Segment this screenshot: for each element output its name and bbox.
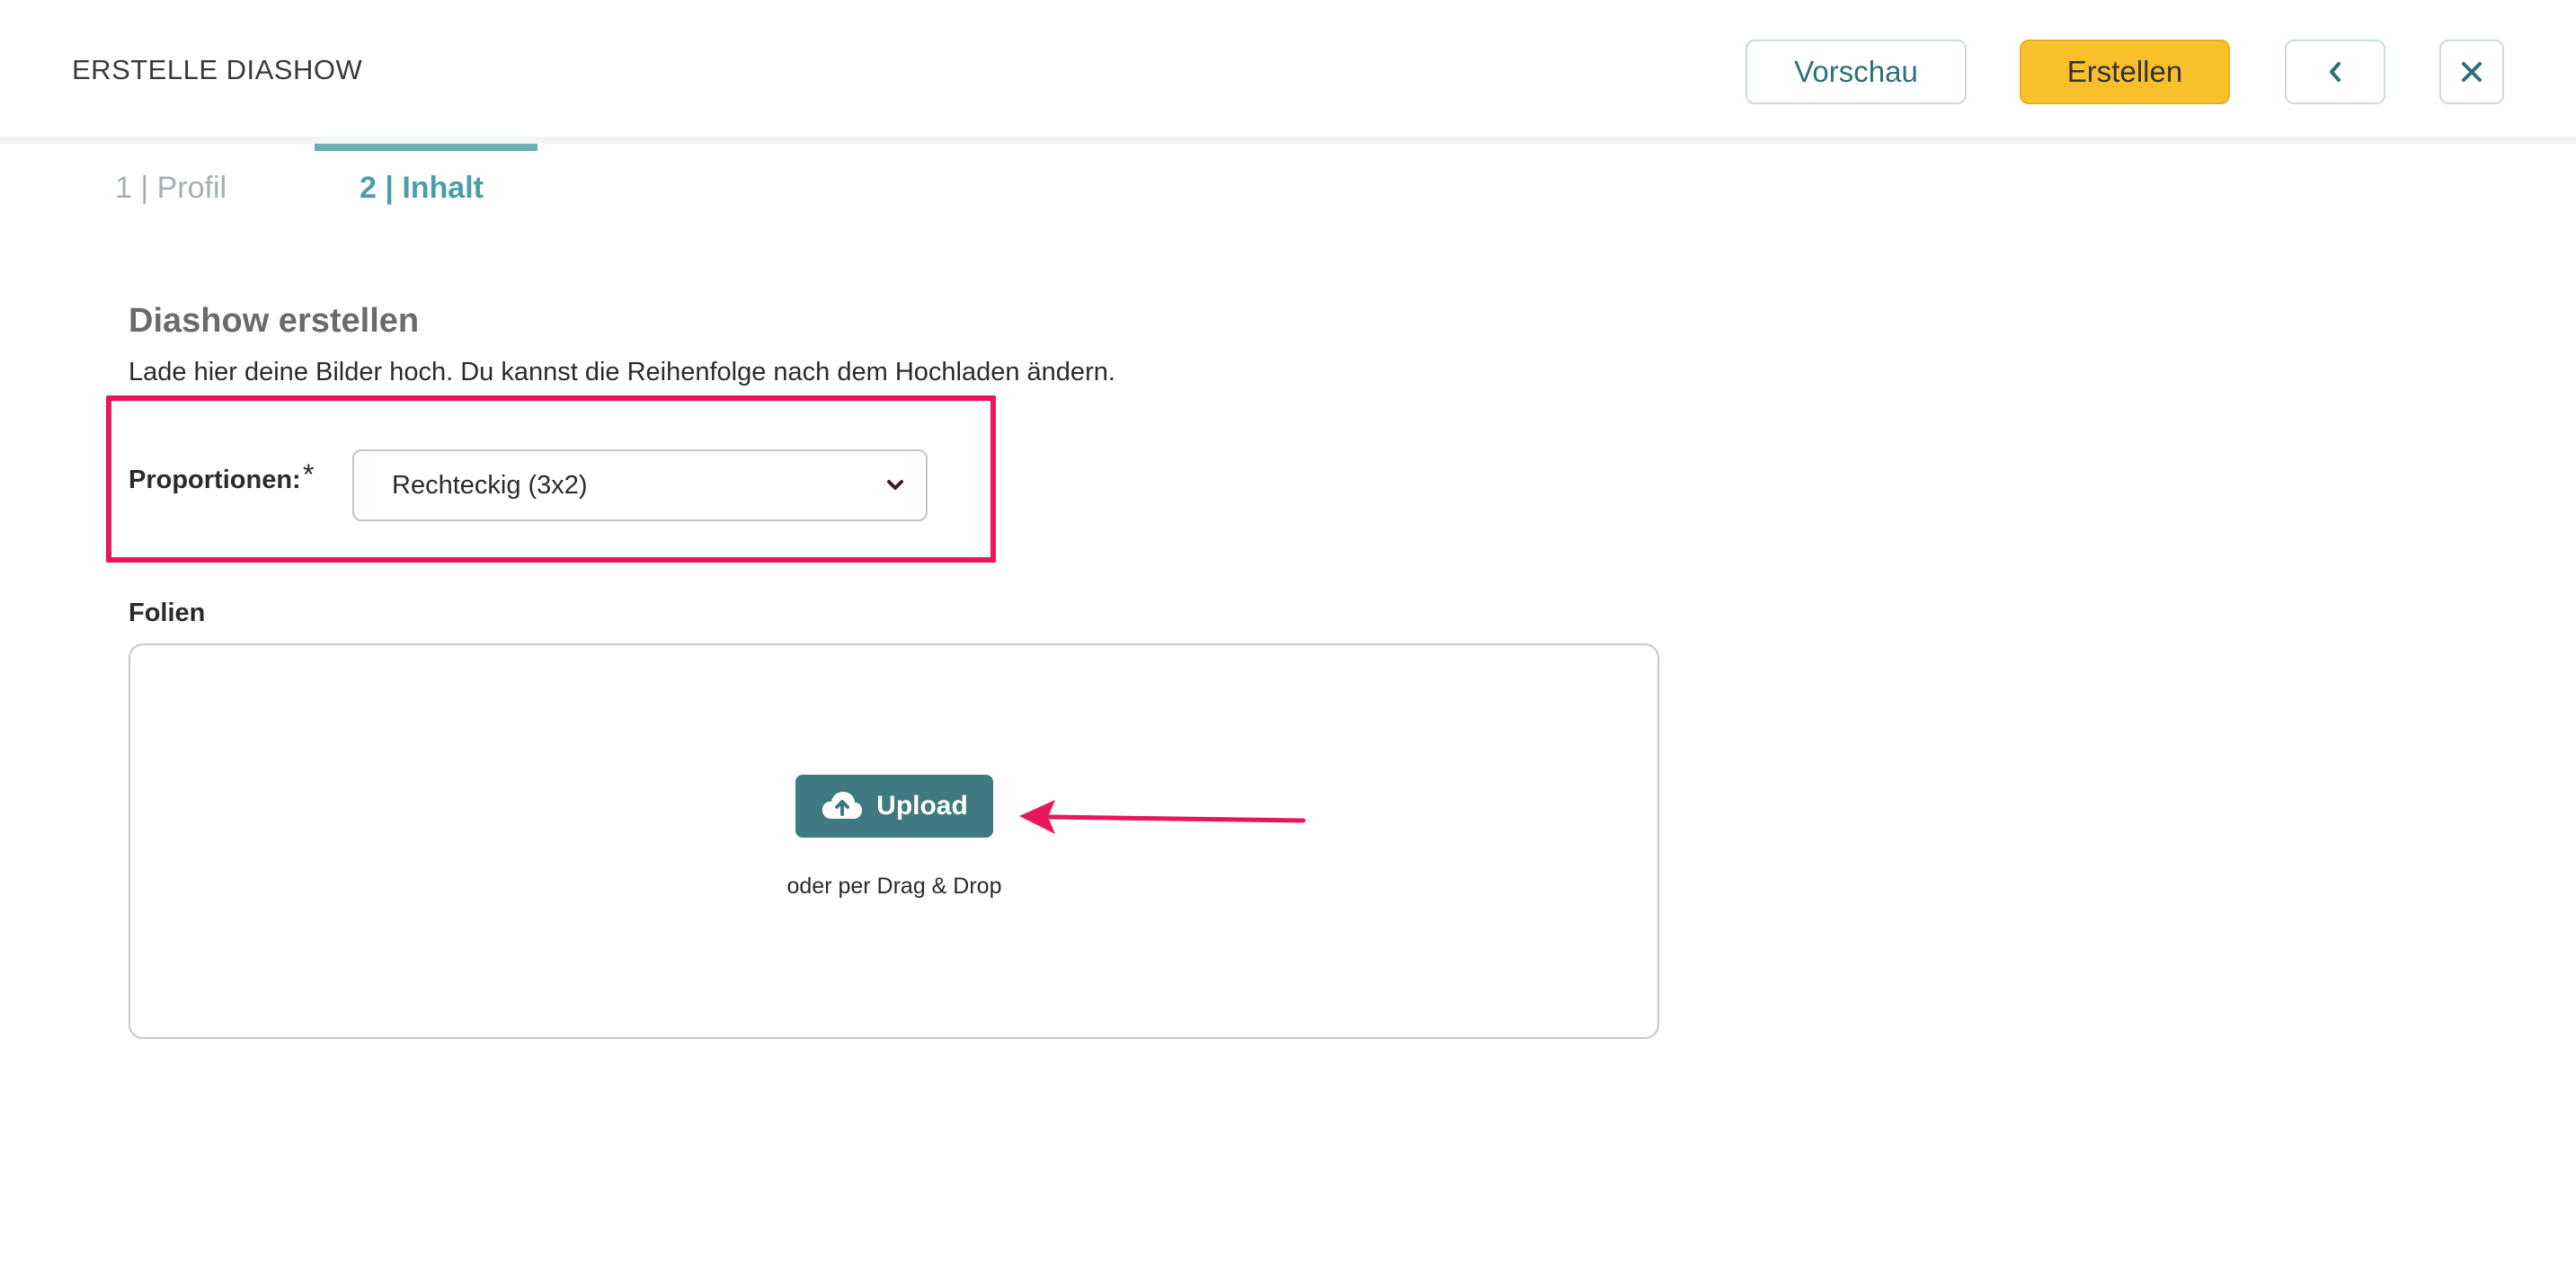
close-icon — [2462, 62, 2482, 82]
drag-drop-hint: oder per Drag & Drop — [786, 874, 1002, 899]
cloud-upload-icon — [822, 792, 863, 819]
step-tabs: 1 | Profil 2 | Inhalt — [0, 144, 2576, 216]
section-title: Diashow erstellen — [129, 302, 420, 340]
back-button[interactable] — [2285, 40, 2385, 104]
tab-profile[interactable]: 1 | Profil — [115, 171, 227, 206]
proportions-selected-value: Rechteckig (3x2) — [392, 470, 588, 500]
tab-content[interactable]: 2 | Inhalt — [360, 171, 484, 206]
required-marker: * — [303, 458, 315, 491]
proportions-select[interactable]: Rechteckig (3x2) — [352, 449, 928, 521]
page-title: ERSTELLE DIASHOW — [72, 54, 363, 85]
chevron-down-icon — [887, 480, 903, 490]
slides-label: Folien — [129, 599, 206, 627]
create-button[interactable]: Erstellen — [2020, 40, 2230, 104]
preview-button[interactable]: Vorschau — [1745, 40, 1967, 104]
annotation-arrow-icon — [1019, 800, 1306, 834]
upload-button[interactable]: Upload — [795, 775, 993, 838]
close-button[interactable] — [2439, 40, 2504, 104]
intro-text: Lade hier deine Bilder hoch. Du kannst d… — [129, 358, 1115, 386]
upload-button-label: Upload — [876, 791, 968, 821]
slides-dropzone[interactable] — [129, 643, 1659, 1039]
proportions-label: Proportionen: — [129, 466, 301, 494]
top-bar: ERSTELLE DIASHOW Vorschau Erstellen — [0, 0, 2576, 144]
chevron-left-icon — [2330, 62, 2341, 82]
